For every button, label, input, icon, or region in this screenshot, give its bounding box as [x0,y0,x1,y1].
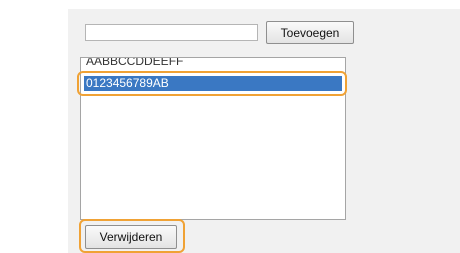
list-item[interactable]: AABBCCDDEEFF [84,58,342,68]
remove-button[interactable]: Verwijderen [85,225,177,249]
address-list[interactable]: AABBCCDDEEFF 0123456789AB [80,57,346,220]
add-button[interactable]: Toevoegen [266,21,354,44]
list-item-selected[interactable]: 0123456789AB [84,76,342,91]
address-input[interactable] [85,24,258,41]
